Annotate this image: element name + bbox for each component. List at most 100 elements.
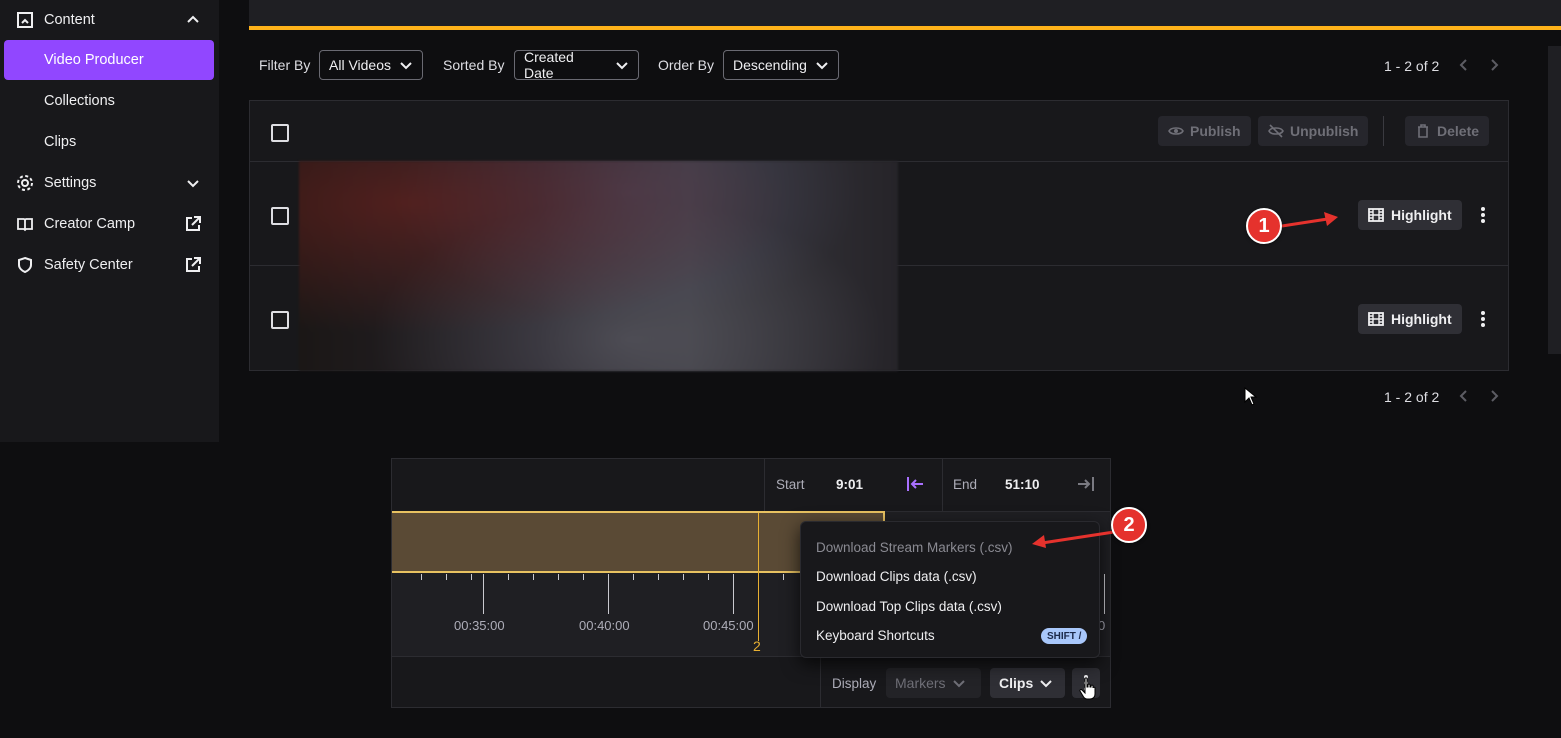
publish-label: Publish: [1190, 123, 1241, 139]
set-start-icon[interactable]: [907, 476, 925, 492]
highlight-tag-button[interactable]: Highlight: [1358, 200, 1462, 230]
unpublish-button[interactable]: Unpublish: [1258, 116, 1369, 146]
filter-by-label: Filter By: [259, 57, 311, 73]
markers-label: Markers: [895, 675, 946, 691]
hand-cursor-icon: [1079, 677, 1096, 700]
chevron-right-icon[interactable]: [1486, 57, 1502, 73]
clips-label: Clips: [999, 675, 1034, 691]
end-label: End: [953, 477, 978, 492]
row-checkbox[interactable]: [271, 207, 289, 225]
end-value: 51:10: [1005, 477, 1040, 492]
annotation-badge: 1: [1246, 208, 1282, 244]
trash-icon: [1418, 124, 1428, 138]
shortcut-badge: SHIFT /: [1041, 628, 1088, 644]
tick: [508, 574, 509, 580]
gear-icon: [17, 175, 33, 191]
major-tick: [1104, 574, 1105, 614]
timeline-header: Start 9:01 End 51:10: [392, 459, 1110, 512]
chevron-left-icon[interactable]: [1456, 57, 1472, 73]
sidebar-item-label: Video Producer: [44, 52, 144, 68]
display-label: Display: [832, 676, 877, 691]
time-label: 00:45:00: [703, 618, 754, 633]
order-by-value: Descending: [733, 57, 807, 73]
book-icon: [17, 218, 33, 232]
select-all-checkbox[interactable]: [271, 124, 289, 142]
tick: [683, 574, 684, 580]
row-checkbox[interactable]: [271, 311, 289, 329]
sidebar-item-creator-camp[interactable]: Creator Camp: [4, 204, 214, 244]
chevron-left-icon[interactable]: [1456, 388, 1472, 404]
delete-button[interactable]: Delete: [1405, 116, 1490, 146]
sidebar-item-settings[interactable]: Settings: [4, 163, 214, 203]
video-table: Publish Unpublish Delete Highlight Highl…: [249, 100, 1509, 371]
annotation-badge: 2: [1111, 507, 1147, 543]
sidebar-item-collections[interactable]: Collections: [4, 81, 214, 121]
more-options-icon[interactable]: [1475, 309, 1491, 329]
chevron-down-icon: [952, 680, 965, 688]
filter-by-value: All Videos: [329, 57, 392, 73]
start-label: Start: [776, 477, 805, 492]
chevron-right-icon[interactable]: [1486, 388, 1502, 404]
sidebar-item-clips[interactable]: Clips: [4, 122, 214, 162]
marker-number: 2: [753, 638, 761, 654]
tick: [583, 574, 584, 580]
major-tick: [483, 574, 484, 614]
pagination-status: 1 - 2 of 2: [1384, 58, 1440, 74]
chevron-down-icon: [400, 62, 412, 70]
chevron-down-icon: [1040, 680, 1052, 688]
eye-off-icon: [1268, 124, 1284, 138]
tick: [446, 574, 447, 580]
divider: [820, 657, 821, 707]
tick: [783, 574, 784, 580]
annotation-arrow: [1281, 212, 1338, 228]
highlight-label: Highlight: [1391, 311, 1452, 327]
unpublish-label: Unpublish: [1290, 123, 1359, 139]
tick: [471, 574, 472, 580]
tick: [708, 574, 709, 580]
delete-label: Delete: [1437, 123, 1480, 139]
order-by-label: Order By: [658, 57, 715, 73]
sidebar-item-safety-center[interactable]: Safety Center: [4, 245, 214, 285]
order-by-dropdown[interactable]: Descending: [723, 50, 839, 80]
major-tick: [733, 574, 734, 614]
filter-by-dropdown[interactable]: All Videos: [319, 50, 423, 80]
tick: [421, 574, 422, 580]
start-value: 9:01: [836, 477, 864, 492]
cursor-icon: [1244, 387, 1258, 406]
menu-item-download-stream-markers[interactable]: Download Stream Markers (.csv): [816, 540, 1013, 555]
annotation-arrow: [1032, 530, 1115, 548]
more-options-icon[interactable]: [1475, 205, 1491, 225]
tick: [533, 574, 534, 580]
divider: [1383, 116, 1384, 146]
eye-icon: [1168, 127, 1184, 135]
menu-item-download-clips-data[interactable]: Download Clips data (.csv): [816, 569, 977, 584]
major-tick: [608, 574, 609, 614]
sidebar-item-label: Clips: [44, 134, 77, 150]
pagination-status: 1 - 2 of 2: [1384, 389, 1440, 405]
external-link-icon: [186, 257, 201, 272]
film-icon: [1368, 312, 1384, 326]
time-label: 00:35:00: [454, 618, 505, 633]
sidebar-item-label: Settings: [44, 175, 97, 191]
external-link-icon: [186, 216, 201, 231]
highlight-label: Highlight: [1391, 207, 1452, 223]
chevron-up-icon: [187, 15, 199, 23]
publish-button[interactable]: Publish: [1158, 116, 1251, 146]
sidebar-item-video-producer[interactable]: Video Producer: [4, 40, 214, 80]
sidebar: Content Video Producer Collections Clips…: [0, 0, 219, 442]
set-end-icon[interactable]: [1076, 476, 1094, 492]
markers-toggle[interactable]: Markers: [886, 668, 981, 698]
sidebar-item-content[interactable]: Content: [4, 0, 214, 40]
chevron-down-icon: [187, 180, 199, 188]
menu-item-keyboard-shortcuts[interactable]: Keyboard Shortcuts: [816, 628, 935, 643]
sorted-by-dropdown[interactable]: Created Date: [514, 49, 639, 81]
film-icon: [1368, 208, 1384, 222]
sidebar-item-label: Safety Center: [44, 257, 133, 273]
highlight-tag-button[interactable]: Highlight: [1358, 304, 1462, 334]
sidebar-item-label: Creator Camp: [44, 216, 136, 232]
marker-line: [758, 513, 759, 641]
scrollbar[interactable]: [1548, 46, 1561, 354]
video-thumbnail[interactable]: [299, 161, 898, 371]
clips-toggle[interactable]: Clips: [990, 668, 1065, 698]
menu-item-download-top-clips-data[interactable]: Download Top Clips data (.csv): [816, 599, 1002, 614]
